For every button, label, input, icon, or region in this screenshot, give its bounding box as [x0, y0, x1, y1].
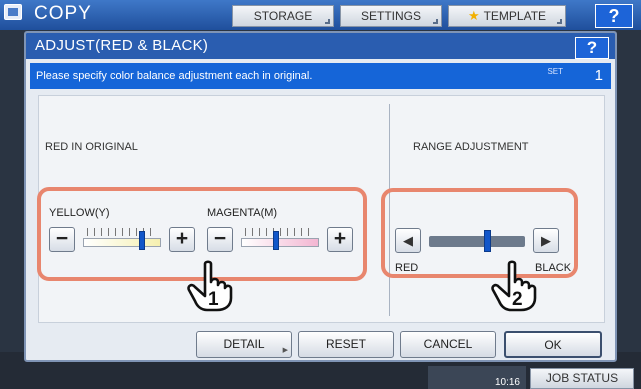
callout-2-number: 2 — [512, 289, 523, 310]
message-bar: Please specify color balance adjustment … — [30, 63, 611, 89]
app-help-button[interactable]: ? — [595, 4, 633, 28]
yellow-minus-button[interactable]: − — [49, 227, 75, 252]
magenta-plus-button[interactable]: + — [327, 227, 353, 252]
magenta-minus-button[interactable]: − — [207, 227, 233, 252]
app-header: COPY STORAGE SETTINGS ★ TEMPLATE ? — [0, 0, 641, 30]
set-label: SET — [547, 67, 563, 76]
tab-template[interactable]: ★ TEMPLATE — [448, 5, 566, 27]
clock: 10:16 — [428, 366, 526, 389]
magenta-label: MAGENTA(M) — [207, 207, 278, 219]
tab-settings[interactable]: SETTINGS — [340, 5, 442, 27]
yellow-label: YELLOW(Y) — [49, 207, 110, 219]
star-icon: ★ — [467, 8, 480, 23]
adjust-panel: RED IN ORIGINAL RANGE ADJUSTMENT YELLOW(… — [37, 95, 605, 323]
tab-template-label: TEMPLATE — [483, 9, 547, 23]
callout-1-number: 1 — [208, 289, 219, 310]
magenta-gauge-bar — [241, 238, 319, 247]
set-count: 1 — [594, 67, 603, 84]
yellow-gauge — [83, 228, 161, 250]
dialog-title: ADJUST(RED & BLACK) — [26, 33, 615, 59]
magenta-gauge-ticks — [245, 228, 315, 236]
corner-indicator-icon: ▶ — [282, 347, 288, 354]
range-right-button[interactable]: ▶ — [533, 228, 559, 253]
tab-storage[interactable]: STORAGE — [232, 5, 334, 27]
cancel-button[interactable]: CANCEL — [400, 331, 496, 358]
job-status-button[interactable]: JOB STATUS — [530, 368, 634, 389]
tab-storage-label: STORAGE — [253, 9, 313, 23]
corner-indicator-icon — [433, 19, 438, 24]
magenta-gauge — [241, 228, 319, 250]
detail-button-label: DETAIL — [223, 337, 265, 351]
yellow-gauge-ticks — [87, 228, 157, 236]
range-track — [429, 236, 525, 247]
reset-button[interactable]: RESET — [298, 331, 394, 358]
range-black-label: BLACK — [535, 262, 572, 274]
clock-time: 10:16 — [494, 377, 520, 388]
left-arrow-icon: ◀ — [403, 233, 413, 248]
range-left-button[interactable]: ◀ — [395, 228, 421, 253]
message-text: Please specify color balance adjustment … — [36, 70, 313, 82]
hand-pointer-icon-1: 1 — [187, 260, 233, 312]
range-slider-thumb[interactable] — [484, 230, 492, 252]
hand-pointer-icon-2: 2 — [491, 260, 537, 312]
copy-icon — [4, 4, 22, 20]
yellow-plus-button[interactable]: + — [169, 227, 195, 252]
range-adjustment-title: RANGE ADJUSTMENT — [413, 141, 529, 153]
dialog-help-button[interactable]: ? — [575, 37, 609, 59]
tab-settings-label: SETTINGS — [360, 9, 421, 23]
range-red-label: RED — [395, 262, 419, 274]
adjust-dialog: ADJUST(RED & BLACK) ? Please specify col… — [24, 31, 617, 362]
ok-button[interactable]: OK — [504, 331, 602, 358]
right-arrow-icon: ▶ — [541, 233, 551, 248]
app-title: COPY — [34, 3, 92, 24]
red-in-original-title: RED IN ORIGINAL — [45, 141, 138, 153]
magenta-slider-thumb[interactable] — [273, 231, 280, 250]
corner-indicator-icon — [325, 19, 330, 24]
detail-button[interactable]: DETAIL ▶ — [196, 331, 292, 358]
yellow-slider-thumb[interactable] — [139, 231, 146, 250]
corner-indicator-icon — [557, 19, 562, 24]
yellow-gauge-bar — [83, 238, 161, 247]
